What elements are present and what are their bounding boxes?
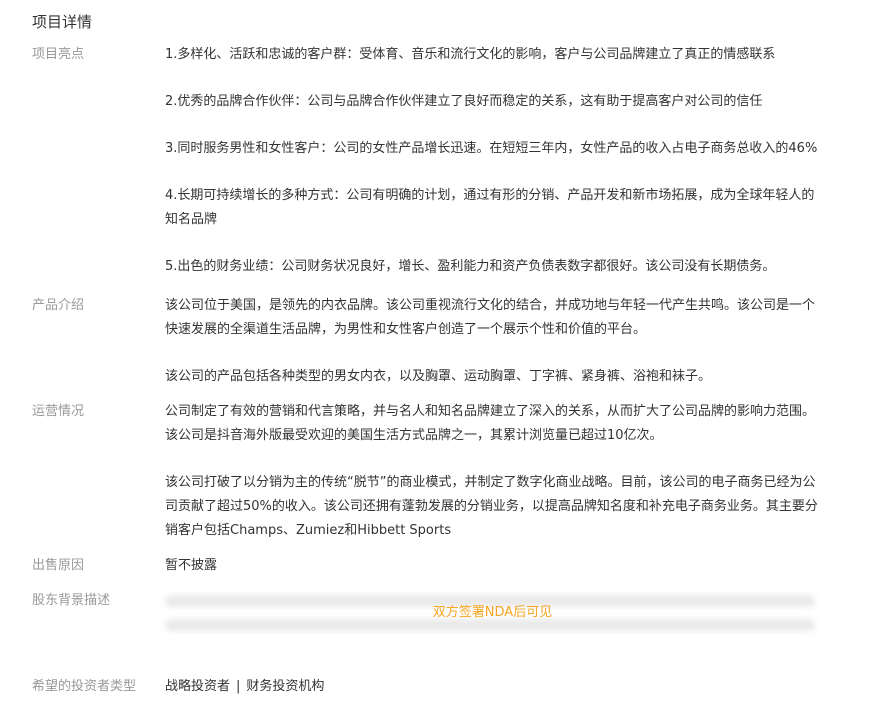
nda-notice: 双方签署NDA后可见 <box>432 605 553 620</box>
operations-label: 运营情况 <box>32 404 85 419</box>
shareholders-label: 股东背景描述 <box>32 593 111 608</box>
product-content: 该公司位于美国，是领先的内衣品牌。该公司重视流行文化的结合，并成功地与年轻一代产… <box>165 294 820 389</box>
section-title: 项目详情 <box>32 13 93 31</box>
highlight-item: 2.优秀的品牌合作伙伴：公司与品牌合作伙伴建立了良好而稳定的关系，这有助于提高客… <box>165 94 763 109</box>
highlights-label: 项目亮点 <box>32 47 85 62</box>
highlights-content: 1.多样化、活跃和忠诚的客户群：受体育、音乐和流行文化的影响，客户与公司品牌建立… <box>165 43 820 279</box>
operations-paragraph: 公司制定了有效的营销和代言策略，并与名人和知名品牌建立了深入的关系，从而扩大了公… <box>165 404 816 443</box>
product-paragraph: 该公司位于美国，是领先的内衣品牌。该公司重视流行文化的结合，并成功地与年轻一代产… <box>165 298 816 337</box>
highlight-item: 3.同时服务男性和女性客户：公司的女性产品增长迅速。在短短三年内，女性产品的收入… <box>165 141 818 156</box>
shareholders-row: 股东背景描述 双方签署NDA后可见 <box>0 589 880 637</box>
investor-type-separator: | <box>236 679 241 694</box>
highlight-item: 5.出色的财务业绩：公司财务状况良好，增长、盈利能力和资产负债表数字都很好。该公… <box>165 259 776 274</box>
operations-paragraph: 该公司打破了以分销为主的传统“脱节”的商业模式，并制定了数字化商业战略。目前，该… <box>165 475 818 538</box>
product-label: 产品介绍 <box>32 298 85 313</box>
shareholders-blurred-content: 双方签署NDA后可见 <box>165 589 820 637</box>
sale-reason-label: 出售原因 <box>32 558 85 573</box>
highlight-item: 1.多样化、活跃和忠诚的客户群：受体育、音乐和流行文化的影响，客户与公司品牌建立… <box>165 47 776 62</box>
investor-type-option: 战略投资者 <box>165 679 231 694</box>
product-paragraph: 该公司的产品包括各种类型的男女内衣，以及胸罩、运动胸罩、丁字裤、紧身裤、浴袍和袜… <box>165 369 712 384</box>
investor-type-option: 财务投资机构 <box>246 679 325 694</box>
investor-type-values: 战略投资者 | 财务投资机构 <box>165 675 820 699</box>
highlight-item: 4.长期可持续增长的多种方式：公司有明确的计划，通过有形的分销、产品开发和新市场… <box>165 188 815 227</box>
investor-type-label: 希望的投资者类型 <box>32 679 137 694</box>
operations-content: 公司制定了有效的营销和代言策略，并与名人和知名品牌建立了深入的关系，从而扩大了公… <box>165 400 820 543</box>
sale-reason-value: 暂不披露 <box>165 558 218 573</box>
